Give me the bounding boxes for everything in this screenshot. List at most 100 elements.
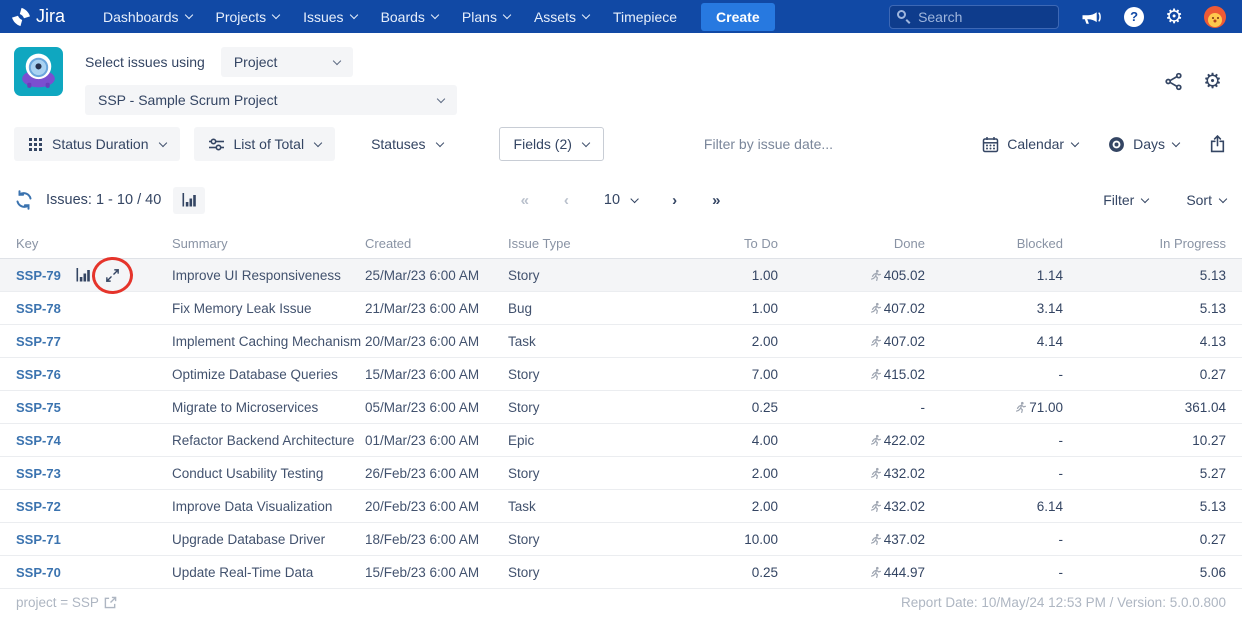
first-page-button[interactable]: « xyxy=(521,192,530,209)
issues-bar: Issues: 1 - 10 / 40 « ‹ 10 › » Filter So… xyxy=(0,183,1242,217)
created-cell: 18/Feb/23 6:00 AM xyxy=(365,522,508,556)
table-row: SSP-73 Conduct Usability Testing 26/Feb/23… xyxy=(0,456,1242,490)
column-header-in-progress: In Progress xyxy=(1063,229,1242,259)
nav-item-assets[interactable]: Assets xyxy=(522,2,601,32)
inprogress-cell: 5.27 xyxy=(1063,456,1242,490)
runner-icon xyxy=(869,268,884,283)
search-input[interactable] xyxy=(889,4,1060,29)
refresh-icon[interactable] xyxy=(14,190,34,210)
share-icon[interactable] xyxy=(1164,72,1183,91)
runner-icon xyxy=(869,466,884,481)
issue-key-link[interactable]: SSP-73 xyxy=(16,466,61,481)
summary-cell: Refactor Backend Architecture xyxy=(172,423,365,457)
runner-icon xyxy=(869,433,884,448)
nav-item-dashboards[interactable]: Dashboards xyxy=(91,2,204,32)
sort-button[interactable]: Sort xyxy=(1186,192,1228,208)
report-type-label: Status Duration xyxy=(52,136,149,152)
issue-key-link[interactable]: SSP-74 xyxy=(16,433,61,448)
issue-key-link[interactable]: SSP-78 xyxy=(16,301,61,316)
jql-link[interactable]: project = SSP xyxy=(16,595,117,610)
runner-icon xyxy=(1014,400,1029,415)
report-date-text: Report Date: 10/May/24 12:53 PM / Versio… xyxy=(901,595,1226,610)
jira-logo-icon xyxy=(10,6,32,28)
next-page-button[interactable]: › xyxy=(672,192,678,209)
issue-date-filter[interactable]: Filter by issue date... xyxy=(704,136,833,152)
inprogress-cell: 5.13 xyxy=(1063,258,1242,292)
footer: project = SSP Report Date: 10/May/24 12:… xyxy=(0,595,1242,610)
bar-chart-icon[interactable] xyxy=(75,268,91,282)
filter-label: Filter xyxy=(1103,192,1135,208)
nav-item-label: Plans xyxy=(461,8,497,25)
todo-cell: 4.00 xyxy=(630,423,778,457)
page-size-select[interactable]: 10 xyxy=(604,192,640,208)
nav-item-plans[interactable]: Plans xyxy=(450,2,522,32)
column-header-issue-type: Issue Type xyxy=(508,229,630,259)
chart-view-button[interactable] xyxy=(173,186,206,214)
table-row: SSP-72 Improve Data Visualization 20/Feb/2… xyxy=(0,489,1242,523)
chevron-down-icon xyxy=(332,56,342,65)
table-row: SSP-74 Refactor Backend Architecture 01/Ma… xyxy=(0,423,1242,457)
create-button[interactable]: Create xyxy=(701,2,775,31)
nav-item-issues[interactable]: Issues xyxy=(291,2,368,32)
inprogress-cell: 4.13 xyxy=(1063,324,1242,358)
settings-gear-icon[interactable] xyxy=(1203,71,1222,92)
runner-icon xyxy=(869,334,884,349)
toolbar: Status Duration List of Total Statuses F… xyxy=(0,127,1242,161)
nav-item-label: Projects xyxy=(215,8,267,25)
last-page-button[interactable]: » xyxy=(712,192,721,209)
issue-key-link[interactable]: SSP-77 xyxy=(16,334,61,349)
key-cell: SSP-71 xyxy=(0,522,172,556)
statuses-button[interactable]: Statuses xyxy=(357,127,456,161)
column-header-key: Key xyxy=(0,229,172,259)
issue-source-select[interactable]: Project xyxy=(220,47,353,77)
issue-key-link[interactable]: SSP-79 xyxy=(16,268,61,283)
table-row: SSP-76 Optimize Database Queries 15/Mar/23… xyxy=(0,357,1242,391)
avatar[interactable] xyxy=(1204,5,1226,28)
nav-menu: Dashboards Projects Issues Boards Plans Asset… xyxy=(91,2,689,32)
megaphone-icon[interactable] xyxy=(1080,7,1103,27)
prev-page-button[interactable]: ‹ xyxy=(564,192,570,209)
issue-key-link[interactable]: SSP-75 xyxy=(16,400,61,415)
nav-item-label: Issues xyxy=(303,8,344,25)
issue-key-link[interactable]: SSP-72 xyxy=(16,499,61,514)
help-icon[interactable]: ? xyxy=(1124,6,1145,27)
expand-icon[interactable] xyxy=(90,255,134,295)
jira-logo[interactable]: Jira xyxy=(10,6,65,28)
runner-icon xyxy=(869,367,884,382)
filter-button[interactable]: Filter xyxy=(1103,192,1150,208)
project-value: SSP - Sample Scrum Project xyxy=(98,92,278,108)
nav-item-projects[interactable]: Projects xyxy=(204,2,292,32)
project-select[interactable]: SSP - Sample Scrum Project xyxy=(85,85,457,115)
issue-key-link[interactable]: SSP-70 xyxy=(16,565,61,580)
done-cell: 422.02 xyxy=(778,423,925,457)
unit-button[interactable]: Days xyxy=(1108,136,1181,153)
calendar-button[interactable]: Calendar xyxy=(982,136,1080,153)
view-mode-button[interactable]: List of Total xyxy=(193,127,336,161)
todo-cell: 2.00 xyxy=(630,456,778,490)
column-header-done: Done xyxy=(778,229,925,259)
external-link-icon xyxy=(104,596,117,609)
todo-cell: 1.00 xyxy=(630,291,778,325)
chevron-down-icon xyxy=(184,10,193,20)
issue-key-link[interactable]: SSP-76 xyxy=(16,367,61,382)
app-header: Select issues using Project SSP - Sample… xyxy=(0,33,1242,125)
table-row: SSP-79 Improve UI Responsiveness 25/Mar/23… xyxy=(0,255,1242,295)
runner-icon xyxy=(869,499,884,514)
nav-item-timepiece[interactable]: Timepiece xyxy=(601,2,689,32)
sort-label: Sort xyxy=(1186,192,1212,208)
report-type-button[interactable]: Status Duration xyxy=(14,127,180,161)
runner-icon xyxy=(869,301,884,316)
chevron-down-icon xyxy=(271,10,281,20)
fields-button[interactable]: Fields (2) xyxy=(498,127,604,161)
nav-item-boards[interactable]: Boards xyxy=(369,2,450,32)
created-cell: 21/Mar/23 6:00 AM xyxy=(365,291,508,325)
export-icon[interactable] xyxy=(1209,135,1226,153)
issue-key-link[interactable]: SSP-71 xyxy=(16,532,61,547)
sliders-icon xyxy=(208,137,225,152)
issue-type-cell: Task xyxy=(508,324,630,358)
inprogress-cell: 0.27 xyxy=(1063,357,1242,391)
blocked-cell: 6.14 xyxy=(925,489,1063,523)
chevron-down-icon xyxy=(1141,194,1150,203)
gear-icon[interactable] xyxy=(1165,7,1183,27)
issue-type-cell: Epic xyxy=(508,423,630,457)
